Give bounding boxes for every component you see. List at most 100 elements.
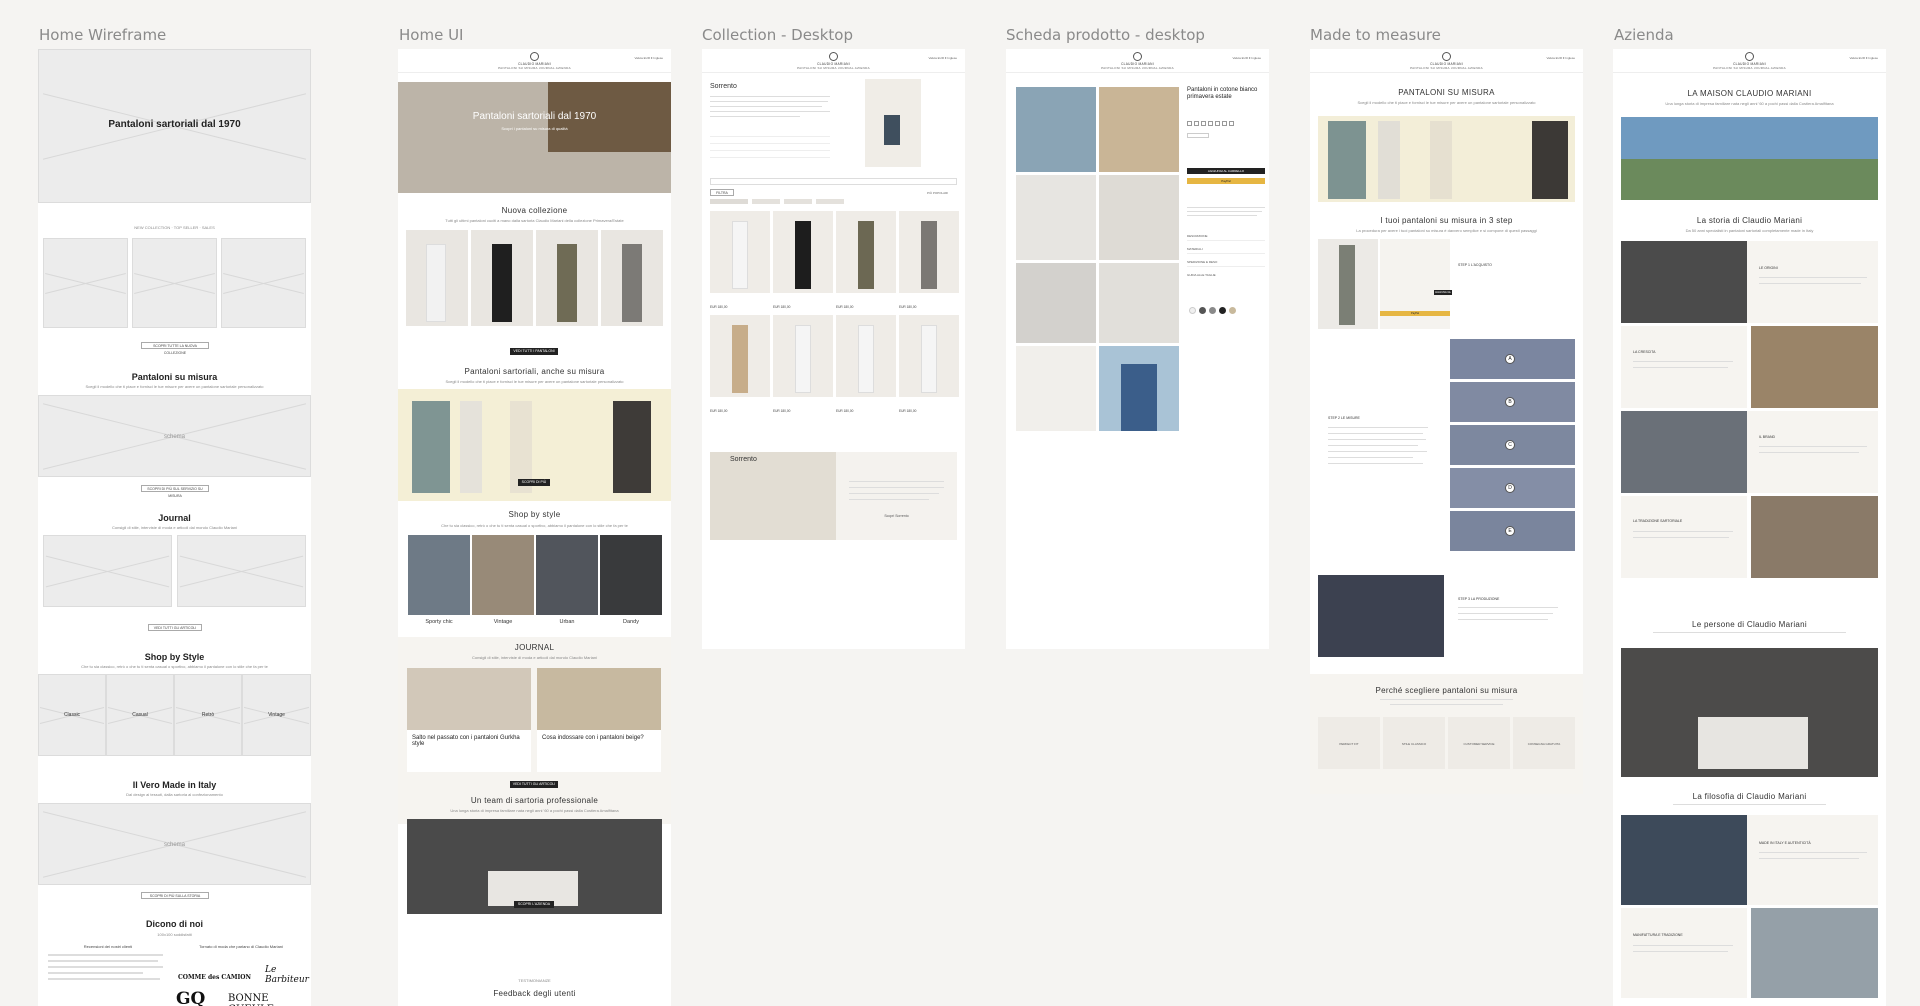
homeui-measure-button[interactable]: SCOPRI DI PIÙ xyxy=(518,479,550,486)
collection-search-input[interactable] xyxy=(710,178,957,185)
product-gallery-image[interactable] xyxy=(1016,87,1096,172)
accordion-materials[interactable]: MATERIALI xyxy=(1187,247,1203,251)
product-gallery-image[interactable] xyxy=(1016,175,1096,260)
filter-chip[interactable] xyxy=(752,199,780,204)
wireframe-product-card[interactable] xyxy=(132,238,217,328)
azienda-sub: Una lunga storia di impresa familiare na… xyxy=(1665,101,1834,106)
wireframe-article-card[interactable] xyxy=(43,535,172,607)
collection-artboard[interactable]: CLAUDIO MARIANI Valuta EUR € Inglese PAN… xyxy=(702,49,965,649)
collection-map[interactable] xyxy=(710,452,836,540)
wireframe-journal-title: Journal xyxy=(158,513,191,523)
style-tile-image[interactable] xyxy=(600,535,662,615)
style-tile-label[interactable]: Dandy xyxy=(600,619,662,625)
accordion-description[interactable]: DESCRIZIONE xyxy=(1187,234,1208,238)
product-gallery-image[interactable] xyxy=(1016,346,1096,431)
wireframe-tabs[interactable]: NEW COLLECTION · TOP SELLER · SALES xyxy=(38,225,311,230)
product-gallery-image[interactable] xyxy=(1099,263,1179,343)
step1-paypal-button[interactable]: PayPal xyxy=(1380,311,1450,316)
text-line xyxy=(1633,531,1733,532)
wireframe-products-button[interactable]: SCOPRI TUTTE LA NUOVA COLLEZIONE xyxy=(141,342,209,355)
azienda-nav[interactable]: PANTALONI SU MISURA JOURNAL AZIENDA xyxy=(1613,66,1886,70)
map-description xyxy=(836,452,957,540)
product-gallery-image[interactable] xyxy=(1099,87,1179,172)
article-title[interactable]: Salto nel passato con i pantaloni Gurkha… xyxy=(412,735,524,747)
frame-title-collection: Collection - Desktop xyxy=(702,26,854,44)
homeui-nav[interactable]: PANTALONI SU MISURA JOURNAL AZIENDA xyxy=(398,66,671,70)
text-line xyxy=(710,101,828,102)
wireframe-journal-button[interactable]: VEDI TUTTI GLI ARTICOLI xyxy=(148,624,202,631)
collection-header-right[interactable]: Valuta EUR € Inglese xyxy=(929,56,957,60)
azienda-artboard[interactable]: CLAUDIO MARIANI Valuta EUR € Inglese PAN… xyxy=(1613,49,1886,1006)
product-gallery-image[interactable] xyxy=(1016,263,1096,343)
product-price: EUR 180,00 xyxy=(773,305,791,309)
homeui-journal-button[interactable]: VEDI TUTTI GLI ARTICOLI xyxy=(510,781,558,788)
azienda-header-right[interactable]: Valuta EUR € Inglese xyxy=(1850,56,1878,60)
style-tile-image[interactable] xyxy=(408,535,470,615)
paypal-button[interactable]: PayPal xyxy=(1187,178,1265,184)
style-tile-image[interactable] xyxy=(472,535,534,615)
size-option[interactable] xyxy=(1208,121,1213,126)
measure-logo[interactable]: CLAUDIO MARIANI xyxy=(1429,52,1465,66)
step3-label: STEP 3 LA PRODUZIONE xyxy=(1458,597,1500,601)
size-option[interactable] xyxy=(1215,121,1220,126)
collection-filter-button[interactable]: FILTRA xyxy=(710,189,734,196)
collection-nav[interactable]: PANTALONI SU MISURA JOURNAL AZIENDA xyxy=(702,66,965,70)
filter-chip[interactable] xyxy=(784,199,812,204)
homeui-logo[interactable]: CLAUDIO MARIANI xyxy=(517,52,553,66)
homeui-artboard[interactable]: CLAUDIO MARIANI Valuta EUR € Inglese PAN… xyxy=(398,49,671,1006)
filter-chip[interactable] xyxy=(710,199,748,204)
wireframe-product-card[interactable] xyxy=(221,238,306,328)
add-to-cart-button[interactable]: AGGIUNGI AL CARRELLO xyxy=(1187,168,1265,174)
size-option[interactable] xyxy=(1222,121,1227,126)
color-swatch[interactable] xyxy=(1209,307,1216,314)
wireframe-italy-button[interactable]: SCOPRI DI PIÙ SULLA STORIA xyxy=(141,892,209,899)
product-logo[interactable]: CLAUDIO MARIANI xyxy=(1120,52,1156,66)
measure-header-right[interactable]: Valuta EUR € Inglese xyxy=(1547,56,1575,60)
collection-logo[interactable]: CLAUDIO MARIANI xyxy=(816,52,852,66)
homeui-team-sub: Una lunga storia di impresa familiare na… xyxy=(450,808,619,813)
article-title[interactable]: Cosa indossare con i pantaloni beige? xyxy=(542,735,654,741)
step1-buy-button[interactable]: AGGIUNGI AL CARRELLO xyxy=(1434,290,1452,299)
size-option[interactable] xyxy=(1229,121,1234,126)
homeui-header-right[interactable]: Valuta EUR € Inglese xyxy=(635,56,663,60)
filter-chip[interactable] xyxy=(816,199,844,204)
color-swatch[interactable] xyxy=(1189,307,1196,314)
product-header-right[interactable]: Valuta EUR € Inglese xyxy=(1233,56,1261,60)
collection-sort-select[interactable]: PIÙ POPOLARI xyxy=(927,191,948,195)
feature-label: STILE CLASSICO xyxy=(1401,742,1427,746)
map-button[interactable]: Scopri Sorrento xyxy=(836,514,957,518)
azienda-logo[interactable]: CLAUDIO MARIANI xyxy=(1732,52,1768,66)
size-option[interactable] xyxy=(1201,121,1206,126)
product-nav[interactable]: PANTALONI SU MISURA JOURNAL AZIENDA xyxy=(1006,66,1269,70)
measure-artboard[interactable]: CLAUDIO MARIANI Valuta EUR € Inglese PAN… xyxy=(1310,49,1583,794)
quantity-stepper[interactable] xyxy=(1187,133,1209,138)
philosophy-photo xyxy=(1751,908,1878,998)
wireframe-article-card[interactable] xyxy=(177,535,306,607)
style-tile-label[interactable]: Sporty chic xyxy=(408,619,470,625)
divider xyxy=(1187,240,1265,241)
style-tile-image[interactable] xyxy=(536,535,598,615)
illustration-bag xyxy=(884,115,900,145)
homeui-team-button[interactable]: SCOPRI L'AZIENDA xyxy=(514,901,554,908)
size-option[interactable] xyxy=(1194,121,1199,126)
homeui-team-title: Un team di sartoria professionale xyxy=(470,796,599,805)
size-option[interactable] xyxy=(1187,121,1192,126)
wireframe-measure-button[interactable]: SCOPRI DI PIÙ SUL SERVIZIO SU MISURA xyxy=(141,485,209,498)
color-swatch[interactable] xyxy=(1219,307,1226,314)
style-tile-label[interactable]: Vintage xyxy=(472,619,534,625)
philosophy-photo xyxy=(1621,815,1747,905)
product-artboard[interactable]: CLAUDIO MARIANI Valuta EUR € Inglese PAN… xyxy=(1006,49,1269,649)
accordion-size-guide[interactable]: GUIDA ALLE TAGLIE xyxy=(1187,273,1216,277)
style-tile-label[interactable]: Urban xyxy=(536,619,598,625)
product-gallery-image[interactable] xyxy=(1099,175,1179,260)
homeui-collection-button[interactable]: VEDI TUTTI I PANTALONI xyxy=(510,348,558,355)
wireframe-artboard[interactable]: Pantaloni sartoriali dal 1970 NEW COLLEC… xyxy=(38,49,311,1006)
article-image[interactable] xyxy=(537,668,661,730)
color-swatch[interactable] xyxy=(1199,307,1206,314)
article-image[interactable] xyxy=(407,668,531,730)
color-swatch[interactable] xyxy=(1229,307,1236,314)
measure-nav[interactable]: PANTALONI SU MISURA JOURNAL AZIENDA xyxy=(1310,66,1583,70)
table-line xyxy=(710,136,830,137)
wireframe-product-card[interactable] xyxy=(43,238,128,328)
accordion-shipping[interactable]: SPEDIZIONE E RESO xyxy=(1187,260,1217,264)
